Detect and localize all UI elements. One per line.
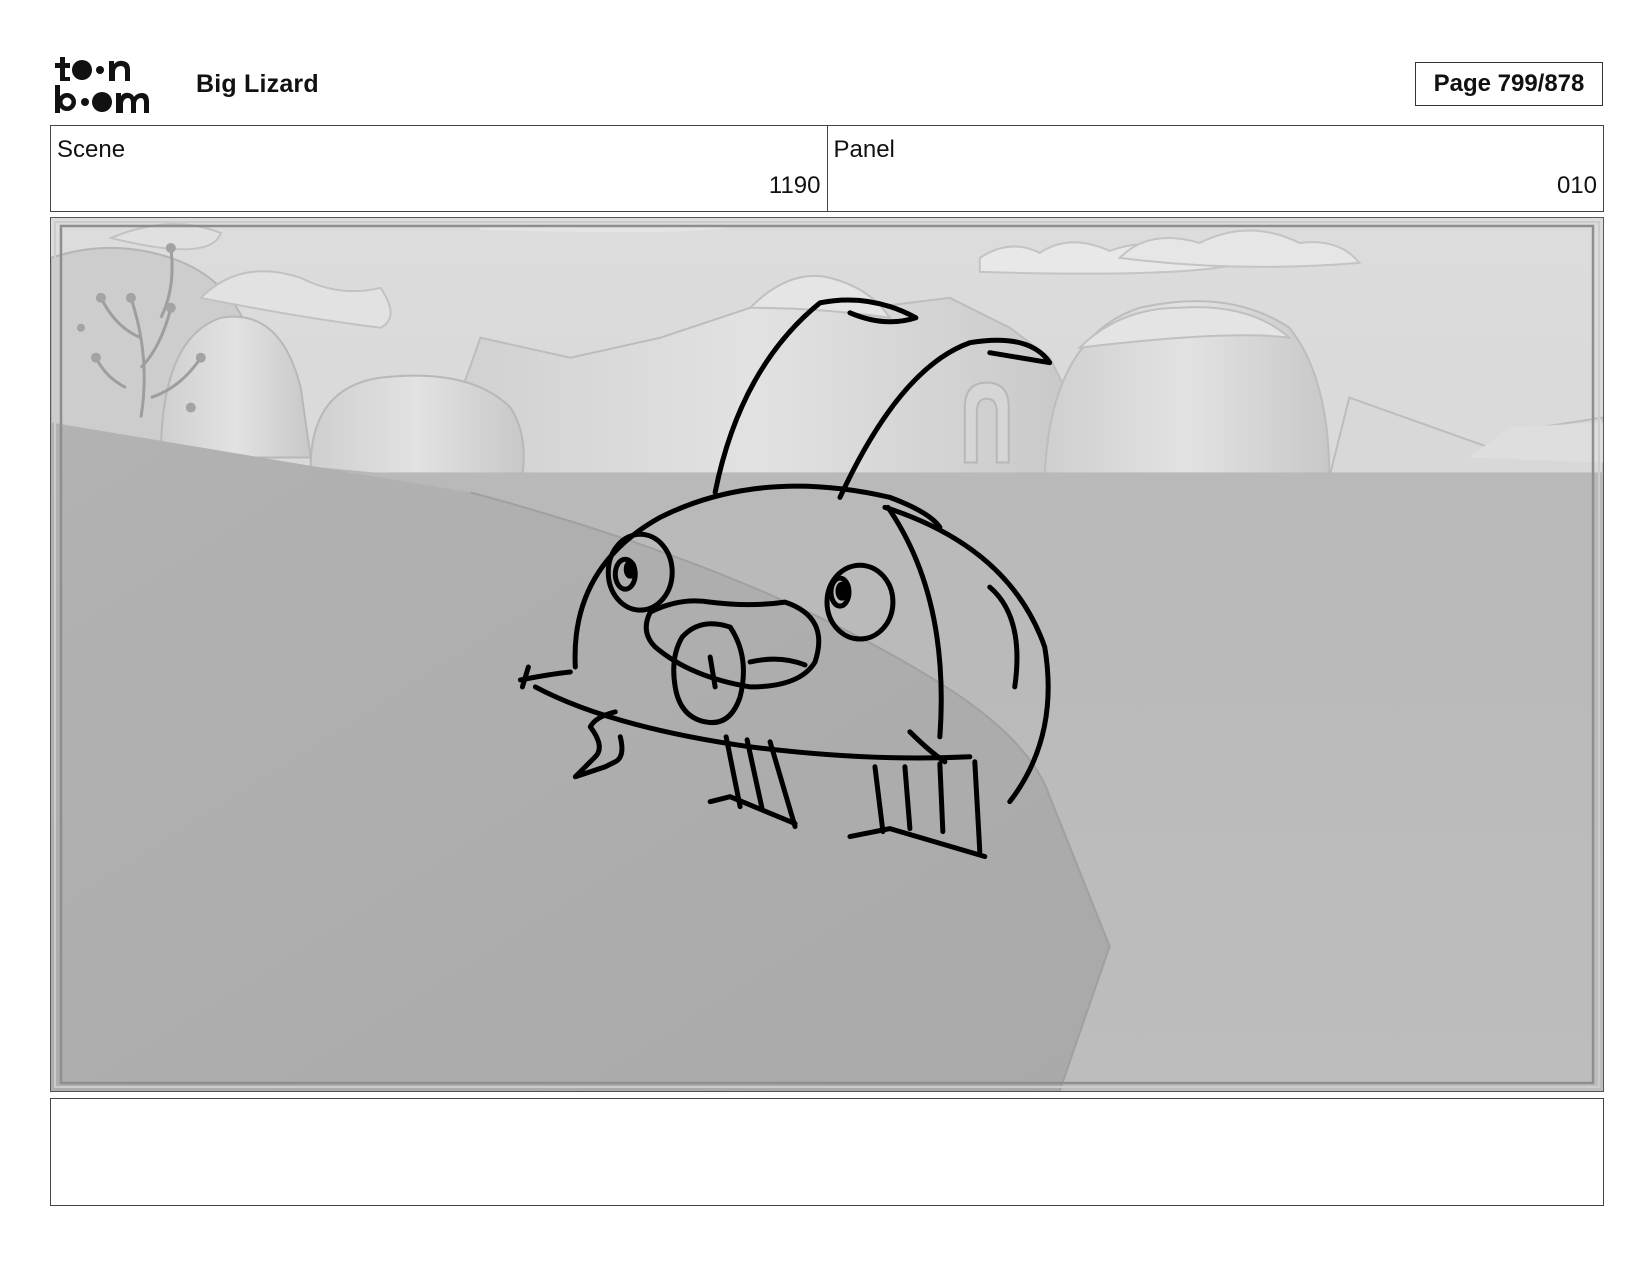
scene-number: 1190 <box>768 172 821 199</box>
toonboom-logo-icon <box>55 57 149 113</box>
panel-cell: Panel 010 <box>826 126 1604 211</box>
panel-label: Panel <box>833 136 895 163</box>
project-title: Big Lizard <box>196 70 319 98</box>
scene-panel-info: Scene 1190 Panel 010 <box>50 125 1604 212</box>
panel-number: 010 <box>1556 172 1597 199</box>
scene-cell: Scene 1190 <box>51 126 827 211</box>
background-landscape <box>51 218 1603 1091</box>
page-indicator: Page 799/878 <box>1415 62 1603 106</box>
storyboard-panel-frame <box>50 217 1604 1092</box>
storyboard-panel-image <box>51 218 1603 1091</box>
scene-label: Scene <box>57 136 126 163</box>
panel-notes-box <box>50 1098 1604 1206</box>
